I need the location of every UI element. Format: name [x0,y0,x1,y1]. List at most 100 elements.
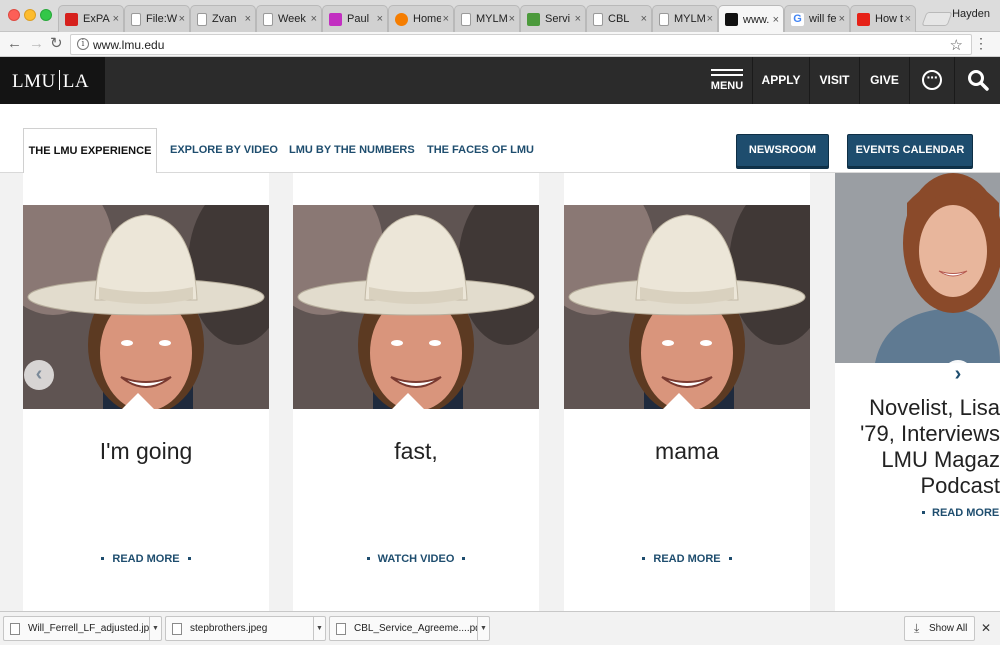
search-button[interactable] [954,57,1000,104]
close-icon[interactable]: × [773,14,779,26]
story-card[interactable]: fast, WATCH VIDEO [293,173,539,611]
stories-carousel: I'm going READ MORE fast, WATCH VIDEO ma… [0,173,1000,611]
browser-tab[interactable]: MYLM × [454,5,520,32]
show-all-label: Show All [929,623,968,634]
browser-tab[interactable]: www. × [718,5,784,33]
give-link[interactable]: GIVE [859,57,909,104]
forward-icon[interactable]: → [29,36,44,52]
chevron-right-icon[interactable]: › [943,360,973,390]
story-card[interactable]: I'm going READ MORE [23,173,269,611]
url-text[interactable]: www.lmu.edu [93,38,164,52]
lmu-la-logo[interactable]: LMU LA [0,57,105,104]
file-icon [10,622,20,635]
browser-tab[interactable]: Week × [256,5,322,32]
close-icon[interactable]: × [245,13,251,25]
close-window-button[interactable] [8,9,20,21]
read-more-link[interactable]: READ MORE [23,553,269,565]
tab-faces-of-lmu[interactable]: THE FACES OF LMU [427,128,534,173]
show-all-button[interactable]: ⤓ Show All [904,616,975,641]
site-info-icon[interactable]: i [77,38,89,50]
more-button[interactable]: ··· [909,57,954,104]
tab-title: Home [413,13,441,25]
close-icon[interactable]: × [509,13,515,25]
browser-tab[interactable]: Zvan × [190,5,256,32]
chevron-down-icon[interactable]: ▼ [477,616,489,641]
browser-menu-icon[interactable]: ⋮ [974,36,988,50]
close-icon[interactable]: × [443,13,449,25]
read-more-label: READ MORE [112,553,180,565]
browser-tab[interactable]: MYLM × [652,5,718,32]
tab-title: will fe [809,13,837,25]
browser-tab[interactable]: ExPA × [58,5,124,32]
close-icon[interactable]: × [707,13,713,25]
story-title[interactable]: mama [564,438,810,465]
tab-title: CBL [608,13,630,25]
maximize-window-button[interactable] [40,9,52,21]
tab-lmu-by-the-numbers[interactable]: LMU BY THE NUMBERS [289,128,415,173]
chevron-left-icon[interactable]: ‹ [24,360,54,390]
close-icon[interactable]: × [839,13,845,25]
apply-link[interactable]: APPLY [752,57,809,104]
document-icon [593,12,603,26]
close-icon[interactable]: × [179,13,185,25]
read-more-link[interactable]: READ MORE [564,553,810,565]
events-calendar-button[interactable]: EVENTS CALENDAR [847,134,973,167]
download-item[interactable]: CBL_Service_Agreeme....pdf ▼ [329,616,490,641]
chevron-down-icon[interactable]: ▼ [313,616,325,641]
browser-tabs: ExPA × File:W × Zvan × Week × Paul × Home × MYLM × Ser… [58,5,916,33]
profile-name[interactable]: Hayden [952,8,990,20]
image-icon [527,12,540,26]
story-title-line: Podcast [920,473,1000,498]
document-icon [659,12,669,26]
tab-title: How t [875,13,903,25]
tab-title: Zvan [212,13,237,25]
close-icon[interactable]: × [641,13,647,25]
browser-tab[interactable]: CBL × [586,5,652,32]
chevron-down-icon[interactable]: ▼ [149,616,161,641]
document-icon [263,12,273,26]
browser-tab[interactable]: File:W × [124,5,190,32]
new-tab-button[interactable] [921,12,953,26]
tab-explore-by-video[interactable]: EXPLORE BY VIDEO [170,128,278,173]
experience-subnav: THE LMU EXPERIENCE EXPLORE BY VIDEO LMU … [0,104,1000,174]
story-title[interactable]: I'm going [23,438,269,465]
story-image[interactable] [835,173,1000,363]
close-icon[interactable]: × [311,13,317,25]
tab-title: Paul [347,13,370,25]
newsroom-button[interactable]: NEWSROOM [736,134,829,167]
story-image[interactable] [564,205,810,409]
download-item[interactable]: Will_Ferrell_LF_adjusted.jpg ▼ [3,616,162,641]
story-card[interactable]: mama READ MORE [564,173,810,611]
minimize-window-button[interactable] [24,9,36,21]
browser-tab[interactable]: Home × [388,5,454,32]
logo-divider [58,70,60,90]
browser-tab[interactable]: How t × [850,5,916,32]
tab-lmu-experience[interactable]: THE LMU EXPERIENCE [23,128,157,174]
search-icon [968,70,989,91]
browser-tab[interactable]: Paul × [322,5,388,32]
read-more-link[interactable]: READ MORE [915,507,1000,519]
close-icon[interactable]: × [905,13,911,25]
story-image[interactable] [23,205,269,409]
story-image[interactable] [293,205,539,409]
tab-title: MYLM [476,13,507,25]
browser-tab[interactable]: Servi × [520,5,586,32]
browser-tab[interactable]: Gwill fe × [784,5,850,32]
logo-text-lmu: LMU [12,71,56,92]
address-bar[interactable]: i www.lmu.edu ☆ [70,34,972,55]
story-title[interactable]: fast, [293,438,539,465]
menu-button[interactable]: MENU [703,57,751,104]
visit-link[interactable]: VISIT [809,57,859,104]
watch-video-link[interactable]: WATCH VIDEO [293,553,539,565]
back-icon[interactable]: ← [7,36,22,52]
close-icon[interactable]: × [575,13,581,25]
bookmark-star-icon[interactable]: ☆ [950,36,963,54]
close-icon[interactable]: × [113,13,119,25]
close-icon[interactable]: ✕ [981,621,991,635]
story-card[interactable]: Novelist, Lisa '79, Interviews LMU Magaz… [835,173,1000,611]
close-icon[interactable]: × [377,13,383,25]
more-icon: ··· [922,70,942,90]
story-title[interactable]: Novelist, Lisa '79, Interviews LMU Magaz… [835,395,1000,499]
download-item[interactable]: stepbrothers.jpeg ▼ [165,616,326,641]
reload-icon[interactable]: ↻ [50,36,63,52]
